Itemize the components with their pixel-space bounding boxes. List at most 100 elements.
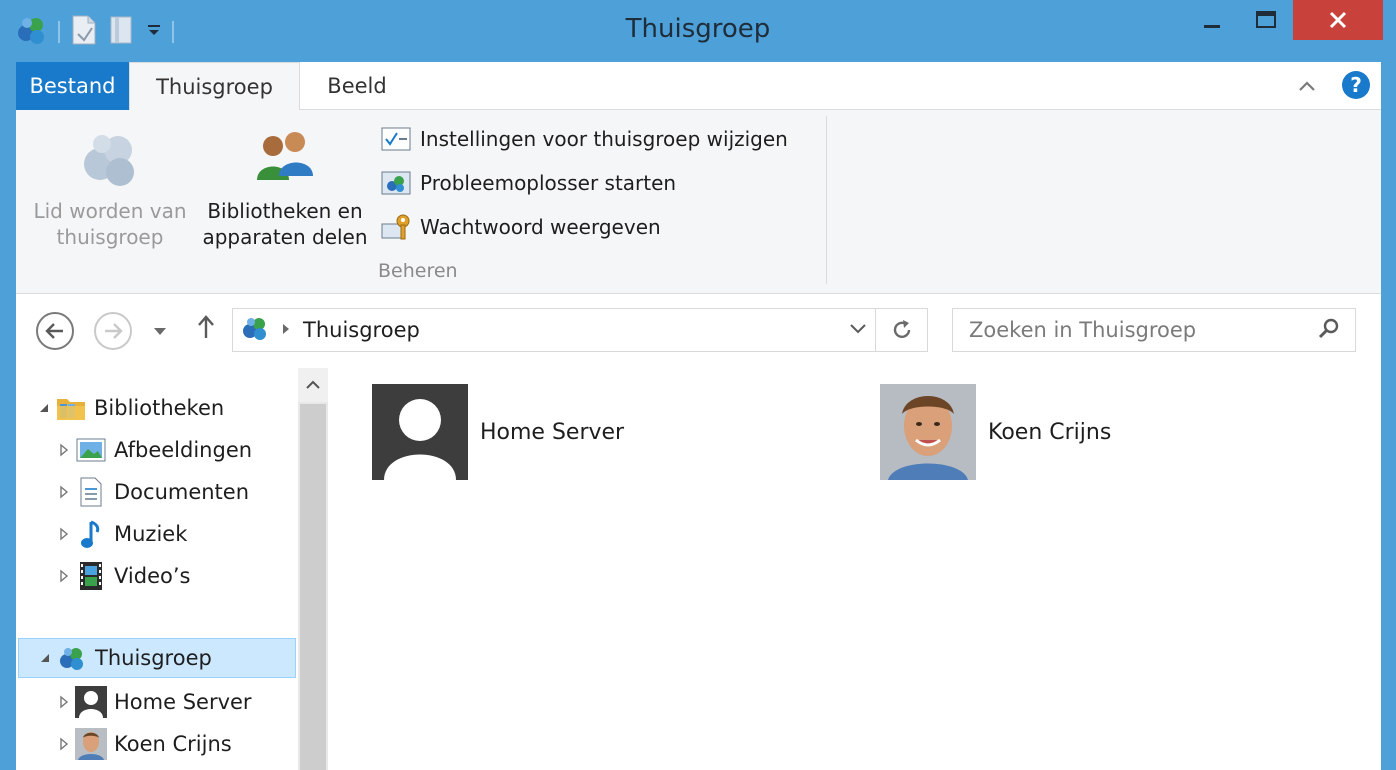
tree-item-libraries[interactable]: Bibliotheken bbox=[34, 388, 224, 428]
change-settings-button[interactable]: Instellingen voor thuisgroep wijzigen bbox=[380, 122, 788, 156]
maximize-button[interactable] bbox=[1244, 0, 1288, 40]
join-label-line1: Lid worden van bbox=[33, 199, 187, 223]
window-title: Thuisgroep bbox=[625, 14, 771, 44]
address-dropdown-button[interactable] bbox=[849, 321, 867, 340]
ribbon-tabs: Bestand Thuisgroep Beeld ? bbox=[16, 62, 1381, 111]
documents-icon bbox=[74, 475, 108, 509]
tab-file[interactable]: Bestand bbox=[16, 62, 129, 110]
breadcrumb-chevron-icon[interactable] bbox=[281, 321, 291, 340]
arrow-right-icon bbox=[105, 323, 123, 339]
troubleshooter-label: Probleemoplosser starten bbox=[420, 171, 677, 195]
expand-arrow-icon[interactable] bbox=[54, 443, 74, 457]
user-photo-icon bbox=[880, 384, 976, 480]
collapse-arrow-icon[interactable] bbox=[34, 402, 54, 414]
tree-label-videos: Video’s bbox=[114, 564, 191, 588]
tile-koen[interactable]: Koen Crijns bbox=[880, 384, 1111, 480]
tree-item-homegroup[interactable]: Thuisgroep bbox=[18, 638, 296, 678]
arrow-left-icon bbox=[45, 323, 63, 339]
tree-label-homegroup: Thuisgroep bbox=[95, 646, 212, 670]
scroll-up-button[interactable] bbox=[298, 368, 328, 402]
scroll-thumb[interactable] bbox=[300, 404, 326, 770]
ribbon-controls: ? bbox=[1297, 70, 1371, 104]
search-input[interactable]: Zoeken in Thuisgroep bbox=[952, 308, 1356, 352]
minimize-button[interactable] bbox=[1190, 0, 1234, 40]
videos-icon bbox=[74, 559, 108, 593]
troubleshooter-icon bbox=[381, 171, 411, 195]
join-homegroup-button[interactable]: Lid worden van thuisgroep bbox=[26, 124, 194, 250]
manage-group-label: Beheren bbox=[378, 260, 458, 282]
chevron-down-icon bbox=[850, 324, 866, 334]
expand-arrow-icon[interactable] bbox=[54, 485, 74, 499]
ribbon-group-separator bbox=[826, 116, 827, 284]
minimize-icon bbox=[1204, 25, 1220, 28]
help-button[interactable]: ? bbox=[1341, 70, 1371, 104]
title-bar: Thuisgroep bbox=[0, 0, 1396, 62]
expand-arrow-icon[interactable] bbox=[54, 569, 74, 583]
breadcrumb[interactable]: Thuisgroep bbox=[303, 318, 420, 342]
content-area: Home Server Koen Crijns bbox=[328, 368, 1381, 770]
expand-arrow-icon[interactable] bbox=[54, 695, 74, 709]
join-label-line2: thuisgroep bbox=[56, 225, 164, 249]
join-homegroup-icon bbox=[26, 124, 194, 192]
arrow-up-icon bbox=[198, 315, 214, 338]
maximize-icon bbox=[1256, 11, 1276, 28]
collapse-ribbon-button[interactable] bbox=[1297, 78, 1317, 97]
expand-arrow-icon[interactable] bbox=[54, 737, 74, 751]
chevron-down-icon bbox=[154, 328, 166, 335]
chevron-up-icon bbox=[306, 380, 320, 389]
user-avatar-icon bbox=[74, 685, 108, 719]
ribbon-body: Lid worden van thuisgroep Bibliotheken e… bbox=[16, 110, 1381, 294]
share-label-line1: Bibliotheken en bbox=[207, 199, 363, 223]
tile-label-koen: Koen Crijns bbox=[988, 419, 1112, 445]
chevron-up-icon bbox=[1299, 80, 1315, 91]
forward-button[interactable] bbox=[94, 312, 132, 350]
tree-item-music[interactable]: Muziek bbox=[54, 514, 187, 554]
show-password-label: Wachtwoord weergeven bbox=[420, 215, 661, 239]
user-avatar-icon bbox=[372, 384, 468, 480]
tree-item-home-server[interactable]: Home Server bbox=[54, 682, 252, 722]
navigation-bar: Thuisgroep Zoeken in Thuisgroep bbox=[16, 294, 1381, 368]
libraries-icon bbox=[54, 391, 88, 425]
collapse-arrow-icon[interactable] bbox=[35, 652, 55, 664]
show-password-button[interactable]: Wachtwoord weergeven bbox=[380, 210, 661, 244]
back-button[interactable] bbox=[36, 312, 74, 350]
recent-locations-button[interactable] bbox=[152, 322, 168, 341]
tree-item-documents[interactable]: Documenten bbox=[54, 472, 249, 512]
navpane-scrollbar[interactable] bbox=[298, 368, 328, 770]
key-icon bbox=[381, 214, 410, 240]
user-photo-icon bbox=[74, 727, 108, 761]
tree-item-pictures[interactable]: Afbeeldingen bbox=[54, 430, 252, 470]
tree-item-videos[interactable]: Video’s bbox=[54, 556, 190, 596]
expand-arrow-icon[interactable] bbox=[54, 527, 74, 541]
troubleshooter-button[interactable]: Probleemoplosser starten bbox=[380, 166, 676, 200]
tree-label-music: Muziek bbox=[114, 522, 188, 546]
users-icon bbox=[196, 124, 374, 192]
close-button[interactable] bbox=[1293, 0, 1383, 40]
navigation-pane: Bibliotheken Afbeeldingen Documenten Muz… bbox=[16, 368, 298, 770]
up-button[interactable] bbox=[196, 314, 216, 344]
refresh-icon bbox=[893, 320, 910, 339]
help-icon: ? bbox=[1342, 71, 1370, 99]
search-placeholder: Zoeken in Thuisgroep bbox=[969, 318, 1197, 342]
tile-label-home-server: Home Server bbox=[480, 419, 625, 445]
tree-label-koen: Koen Crijns bbox=[114, 732, 232, 756]
homegroup-icon bbox=[55, 641, 89, 675]
tab-homegroup[interactable]: Thuisgroep bbox=[129, 62, 300, 111]
tile-home-server[interactable]: Home Server bbox=[372, 384, 624, 480]
search-icon[interactable] bbox=[1317, 316, 1341, 344]
explorer-window: Bestand Thuisgroep Beeld ? Lid worden va bbox=[16, 62, 1381, 770]
tree-label-pictures: Afbeeldingen bbox=[114, 438, 253, 462]
homegroup-icon bbox=[239, 313, 271, 347]
change-settings-label: Instellingen voor thuisgroep wijzigen bbox=[420, 127, 788, 151]
close-icon bbox=[1329, 11, 1347, 29]
tree-label-libraries: Bibliotheken bbox=[94, 396, 225, 420]
address-bar[interactable]: Thuisgroep bbox=[232, 308, 876, 352]
tree-item-koen[interactable]: Koen Crijns bbox=[54, 724, 232, 764]
tab-view[interactable]: Beeld bbox=[300, 62, 414, 110]
tree-label-home-server: Home Server bbox=[114, 690, 252, 714]
tree-label-documents: Documenten bbox=[114, 480, 250, 504]
share-libraries-button[interactable]: Bibliotheken en apparaten delen bbox=[196, 124, 374, 250]
pictures-icon bbox=[74, 433, 108, 467]
refresh-button[interactable] bbox=[876, 308, 928, 352]
share-label-line2: apparaten delen bbox=[202, 225, 368, 249]
